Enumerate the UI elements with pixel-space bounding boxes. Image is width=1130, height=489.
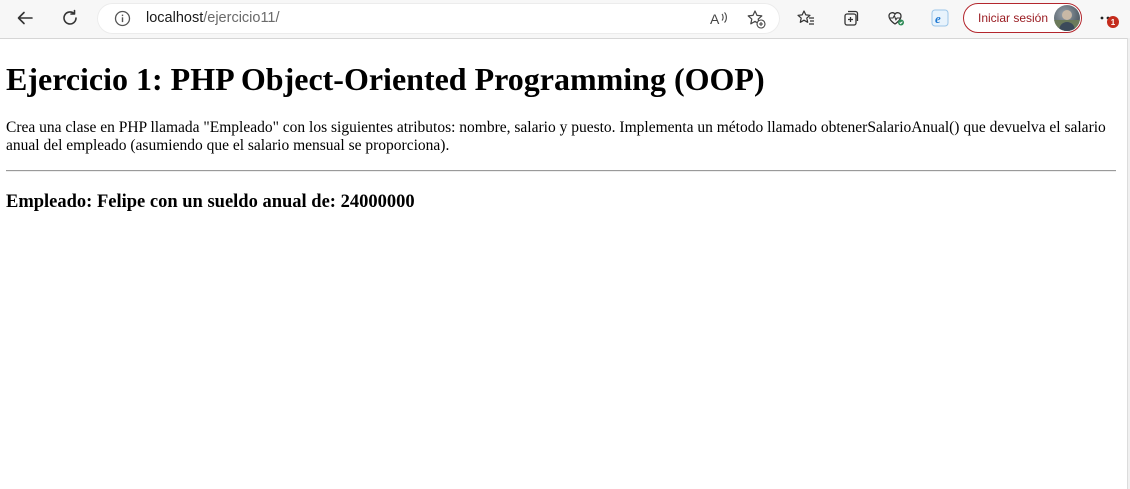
browser-essentials-icon	[888, 12, 904, 26]
info-icon[interactable]	[114, 10, 131, 27]
signin-button[interactable]: Iniciar sesión	[963, 3, 1082, 33]
page-viewport: Ejercicio 1: PHP Object-Oriented Program…	[0, 38, 1127, 489]
back-button[interactable]	[10, 4, 40, 32]
signin-label: Iniciar sesión	[978, 11, 1049, 25]
page-title: Ejercicio 1: PHP Object-Oriented Program…	[6, 61, 765, 97]
back-icon	[17, 11, 33, 25]
collections-icon	[844, 10, 859, 26]
address-bar[interactable]: localhost/ejercicio11/ A	[97, 3, 780, 34]
read-aloud-icon[interactable]: A	[708, 8, 730, 30]
notification-badge: 1	[1107, 16, 1119, 28]
refresh-button[interactable]	[55, 4, 85, 32]
svg-text:e: e	[935, 11, 941, 26]
browser-essentials-button[interactable]	[881, 4, 911, 32]
exercise-description: Crea una clase en PHP llamada "Empleado"…	[6, 119, 1106, 154]
favorites-icon	[797, 10, 814, 25]
refresh-icon	[63, 9, 77, 25]
favorites-button[interactable]	[791, 4, 821, 32]
browser-toolbar: localhost/ejercicio11/ A e Iniciar sesió…	[0, 0, 1130, 38]
edge-icon: e	[931, 9, 949, 27]
edge-button[interactable]: e	[925, 4, 955, 32]
add-favorite-icon[interactable]	[745, 8, 767, 30]
url-path: /ejercicio11/	[203, 10, 280, 26]
divider	[6, 170, 1116, 172]
collections-button[interactable]	[836, 4, 866, 32]
profile-avatar[interactable]	[1054, 5, 1080, 31]
url-host: localhost	[146, 10, 204, 26]
svg-text:A: A	[710, 11, 720, 27]
result-heading: Empleado: Felipe con un sueldo anual de:…	[6, 192, 415, 212]
url-text[interactable]: localhost/ejercicio11/	[146, 10, 280, 27]
